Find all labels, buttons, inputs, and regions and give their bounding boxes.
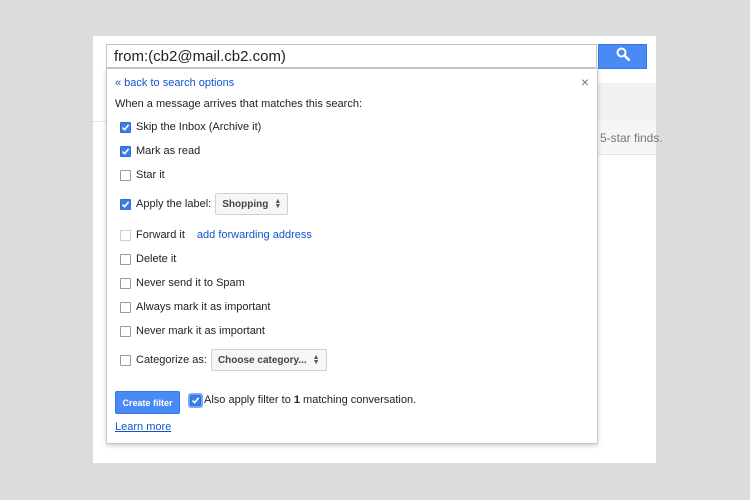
option-apply-label: Apply the label: Shopping ▲ ▼ (120, 193, 289, 215)
create-filter-button[interactable]: Create filter (115, 391, 180, 414)
create-filter-panel: « back to search options × When a messag… (106, 68, 598, 444)
add-forwarding-address-link[interactable]: add forwarding address (197, 229, 312, 241)
never-spam-label: Never send it to Spam (136, 277, 245, 289)
option-never-spam: Never send it to Spam (120, 277, 245, 289)
select-arrows-icon: ▲ ▼ (312, 354, 320, 366)
always-important-checkbox[interactable] (120, 301, 131, 313)
option-categorize: Categorize as: Choose category... ▲ ▼ (120, 349, 327, 371)
learn-more-link[interactable]: Learn more (115, 421, 171, 433)
categorize-checkbox[interactable] (120, 354, 131, 366)
search-icon (616, 47, 630, 66)
apply-label-label: Apply the label: (136, 198, 212, 210)
option-star-it: Star it (120, 169, 165, 181)
also-apply-option: Also apply filter to 1 matching conversa… (188, 392, 417, 408)
star-it-label: Star it (136, 169, 165, 181)
divider (93, 121, 107, 122)
search-input[interactable]: from:(cb2@mail.cb2.com) (106, 44, 597, 68)
delete-it-label: Delete it (136, 253, 177, 265)
select-arrows-icon: ▲ ▼ (274, 198, 282, 210)
forward-it-checkbox[interactable] (120, 229, 131, 241)
never-spam-checkbox[interactable] (120, 277, 131, 289)
background-toolbar (598, 83, 656, 122)
filter-intro-text: When a message arrives that matches this… (115, 98, 362, 110)
category-select[interactable]: Choose category... ▲ ▼ (210, 349, 327, 371)
option-forward-it: Forward it add forwarding address (120, 229, 312, 241)
mark-as-read-label: Mark as read (136, 145, 201, 157)
label-select-value: Shopping (222, 198, 269, 210)
option-mark-as-read: Mark as read (120, 145, 200, 157)
option-delete-it: Delete it (120, 253, 176, 265)
skip-inbox-checkbox[interactable] (120, 121, 131, 133)
back-to-search-options-link[interactable]: « back to search options (115, 77, 234, 89)
close-icon[interactable]: × (581, 74, 589, 90)
never-important-label: Never mark it as important (136, 325, 265, 337)
search-button[interactable] (598, 44, 647, 69)
label-select[interactable]: Shopping ▲ ▼ (215, 193, 289, 215)
category-select-value: Choose category... (217, 354, 307, 366)
also-apply-prefix: Also apply filter to (204, 394, 294, 406)
categorize-label: Categorize as: (136, 354, 207, 366)
always-important-label: Always mark it as important (136, 301, 271, 313)
option-always-important: Always mark it as important (120, 301, 270, 313)
delete-it-checkbox[interactable] (120, 253, 131, 265)
option-never-important: Never mark it as important (120, 325, 265, 337)
also-apply-checkbox[interactable] (188, 392, 203, 408)
mark-as-read-checkbox[interactable] (120, 145, 131, 157)
apply-label-checkbox[interactable] (120, 198, 131, 210)
also-apply-suffix: matching conversation. (300, 394, 417, 406)
forward-it-label: Forward it (136, 229, 185, 241)
background-teaser-text: 5-star finds. (600, 131, 663, 145)
star-it-checkbox[interactable] (120, 169, 131, 181)
option-skip-inbox: Skip the Inbox (Archive it) (120, 121, 261, 133)
skip-inbox-label: Skip the Inbox (Archive it) (136, 121, 262, 133)
never-important-checkbox[interactable] (120, 325, 131, 337)
